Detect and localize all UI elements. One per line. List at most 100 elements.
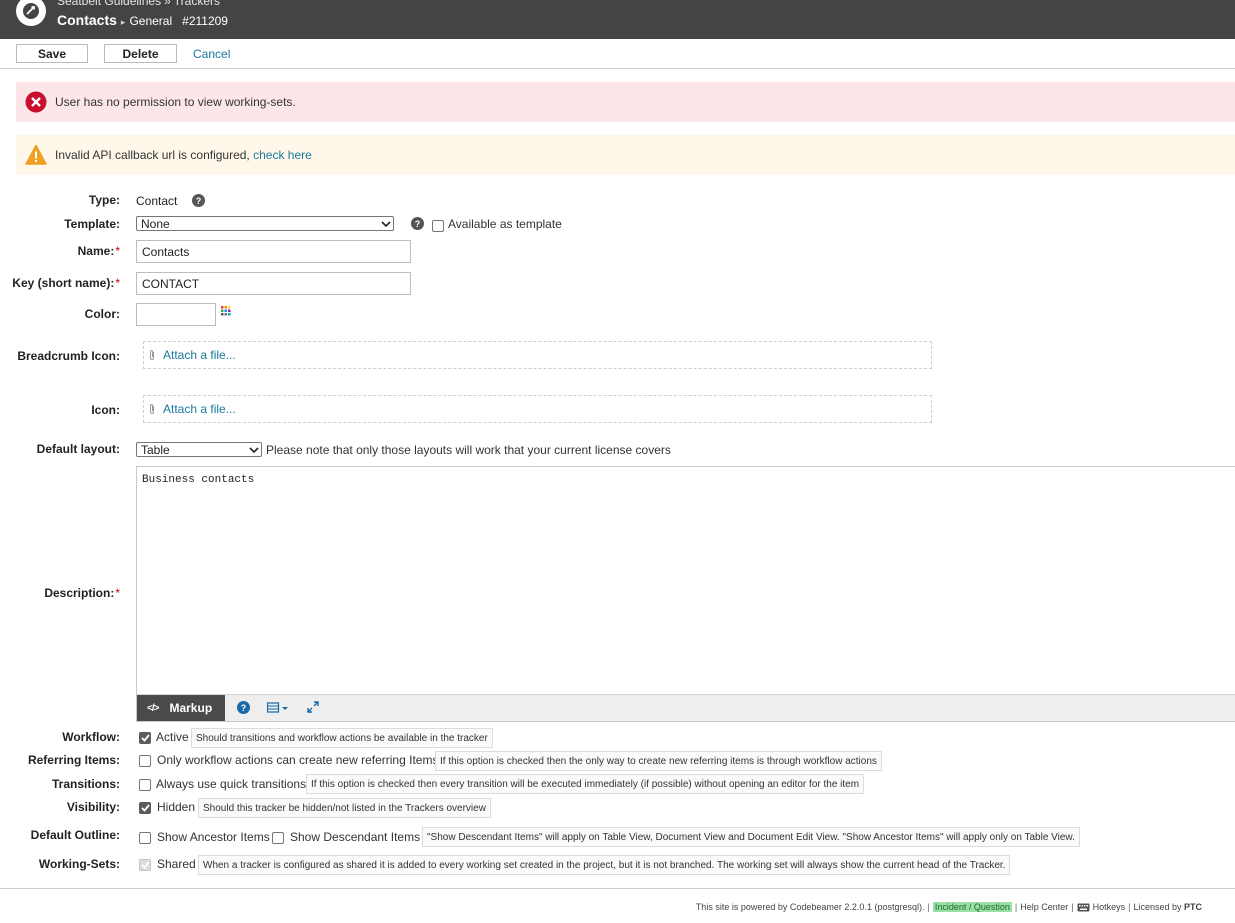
- required-marker: *: [115, 586, 120, 600]
- chevron-down-icon: [247, 446, 261, 453]
- description-editor[interactable]: Business contacts </> Markup ?: [136, 466, 1235, 722]
- icon-attach-link[interactable]: Attach a file...: [163, 402, 236, 416]
- visibility-hint: Should this tracker be hidden/not listed…: [198, 798, 491, 818]
- visibility-label: Visibility:: [66, 800, 120, 814]
- description-label-text: Description:: [44, 586, 115, 600]
- incident-question-link[interactable]: Incident / Question: [932, 902, 1012, 912]
- description-text[interactable]: Business contacts: [142, 474, 254, 486]
- default-outline-label: Default Outline:: [30, 828, 120, 842]
- keyboard-icon: [1077, 903, 1090, 911]
- show-ancestor-items-checkbox[interactable]: [139, 832, 151, 844]
- show-ancestor-items-label: Show Ancestor Items: [157, 830, 270, 844]
- key-label: Key (short name):*: [12, 276, 120, 290]
- breadcrumb-icon-dropzone[interactable]: Attach a file...: [143, 341, 932, 369]
- footer-info: This site is powered by Codebeamer 2.2.0…: [695, 902, 1202, 912]
- error-icon: [25, 91, 47, 113]
- warning-alert: Invalid API callback url is configured, …: [16, 135, 1235, 175]
- breadcrumb-attach-link[interactable]: Attach a file...: [163, 348, 236, 362]
- referring-items-checkbox[interactable]: [139, 755, 151, 767]
- error-message: User has no permission to view working-s…: [55, 95, 296, 109]
- visibility-hidden-checkbox[interactable]: [139, 802, 151, 814]
- markup-label: Markup: [169, 701, 213, 715]
- type-help-icon[interactable]: ?: [192, 194, 205, 207]
- name-label: Name:*: [78, 244, 120, 258]
- working-sets-shared-checkbox[interactable]: [139, 859, 151, 871]
- default-outline-hint: "Show Descendant Items" will apply on Ta…: [422, 827, 1080, 847]
- template-help-icon[interactable]: ?: [411, 217, 424, 230]
- transitions-hint: If this option is checked then every tra…: [306, 774, 865, 794]
- action-bar: Save Delete Cancel: [0, 39, 1235, 69]
- workflow-hint: Should transitions and workflow actions …: [191, 728, 493, 748]
- default-layout-label: Default layout:: [36, 442, 120, 456]
- template-select[interactable]: None: [136, 216, 394, 231]
- visibility-hidden-label: Hidden: [157, 800, 196, 814]
- table-insert-icon[interactable]: [267, 702, 289, 714]
- description-label: Description:*: [44, 586, 120, 600]
- key-input[interactable]: CONTACT: [136, 272, 411, 295]
- save-button[interactable]: Save: [16, 44, 88, 63]
- chevron-down-icon: [379, 220, 393, 227]
- available-as-template-label: Available as template: [448, 217, 562, 231]
- workflow-active-checkbox[interactable]: [139, 732, 151, 744]
- tracker-category: General: [129, 14, 173, 28]
- icon-dropzone[interactable]: Attach a file...: [143, 395, 932, 423]
- breadcrumb-trackers[interactable]: Trackers: [174, 0, 220, 8]
- color-input[interactable]: [136, 303, 216, 326]
- page-title: Contacts ▸ General #211209: [57, 12, 228, 28]
- icon-label: Icon:: [91, 403, 120, 417]
- color-label: Color:: [84, 307, 120, 321]
- referring-items-label: Referring Items:: [27, 753, 120, 767]
- hotkeys-link[interactable]: Hotkeys: [1093, 902, 1126, 912]
- default-layout-select[interactable]: Table: [136, 442, 262, 457]
- project-logo-icon[interactable]: [16, 0, 46, 26]
- key-label-text: Key (short name):: [12, 276, 115, 290]
- transitions-label: Transitions:: [51, 777, 120, 791]
- referring-items-option: Only workflow actions can create new ref…: [157, 753, 439, 767]
- warning-message: Invalid API callback url is configured,: [55, 148, 250, 162]
- type-label: Type:: [88, 193, 120, 207]
- powered-by-text: This site is powered by: [695, 902, 788, 912]
- show-descendant-items-checkbox[interactable]: [272, 832, 284, 844]
- required-marker: *: [115, 244, 120, 258]
- top-header: Seatbelt Guidelines» Trackers Contacts ▸ Ge…: [0, 0, 1235, 39]
- name-label-text: Name:: [77, 244, 115, 258]
- working-sets-shared-label: Shared: [157, 857, 196, 871]
- template-select-value: None: [141, 216, 170, 231]
- editor-toolbar: </> Markup ?: [137, 694, 1235, 721]
- working-sets-label: Working-Sets:: [38, 857, 120, 871]
- licensed-by-text: Licensed by: [1133, 902, 1182, 912]
- breadcrumb-icon-label: Breadcrumb Icon:: [17, 349, 120, 363]
- template-label: Template:: [64, 217, 120, 231]
- tracker-id: #211209: [182, 14, 228, 28]
- help-center-link[interactable]: Help Center: [1020, 902, 1068, 912]
- quick-transitions-checkbox[interactable]: [139, 779, 151, 791]
- expand-icon[interactable]: [307, 701, 319, 713]
- check-here-link[interactable]: check here: [253, 148, 312, 162]
- workflow-label: Workflow:: [62, 730, 120, 744]
- show-descendant-items-label: Show Descendant Items: [290, 830, 421, 844]
- product-version: 2.2.0.1 (postgresql).: [844, 902, 925, 912]
- footer: This site is powered by Codebeamer 2.2.0…: [0, 888, 1235, 923]
- tracker-title[interactable]: Contacts: [57, 12, 117, 28]
- product-name[interactable]: Codebeamer: [790, 902, 842, 912]
- delete-button[interactable]: Delete: [104, 44, 177, 63]
- warning-icon: [25, 144, 47, 165]
- code-icon: </>: [147, 702, 160, 714]
- working-sets-hint: When a tracker is configured as shared i…: [198, 855, 1011, 875]
- markup-help-icon[interactable]: ?: [237, 701, 250, 714]
- type-value: Contact: [136, 194, 178, 208]
- vendor-name[interactable]: PTC: [1184, 902, 1202, 912]
- markup-mode-button[interactable]: </> Markup: [137, 695, 225, 721]
- cancel-link[interactable]: Cancel: [193, 47, 230, 61]
- name-input[interactable]: Contacts: [136, 240, 411, 263]
- paperclip-icon: [150, 404, 154, 414]
- available-as-template-checkbox[interactable]: [432, 220, 444, 232]
- breadcrumb-project[interactable]: Seatbelt Guidelines: [57, 0, 161, 8]
- default-layout-value: Table: [141, 442, 170, 457]
- color-picker-icon[interactable]: [221, 306, 231, 316]
- default-layout-note: Please note that only those layouts will…: [266, 443, 671, 457]
- workflow-active-label: Active: [156, 730, 189, 744]
- quick-transitions-option: Always use quick transitions: [156, 777, 307, 791]
- paperclip-icon: [150, 350, 154, 360]
- referring-items-hint: If this option is checked then the only …: [435, 751, 882, 771]
